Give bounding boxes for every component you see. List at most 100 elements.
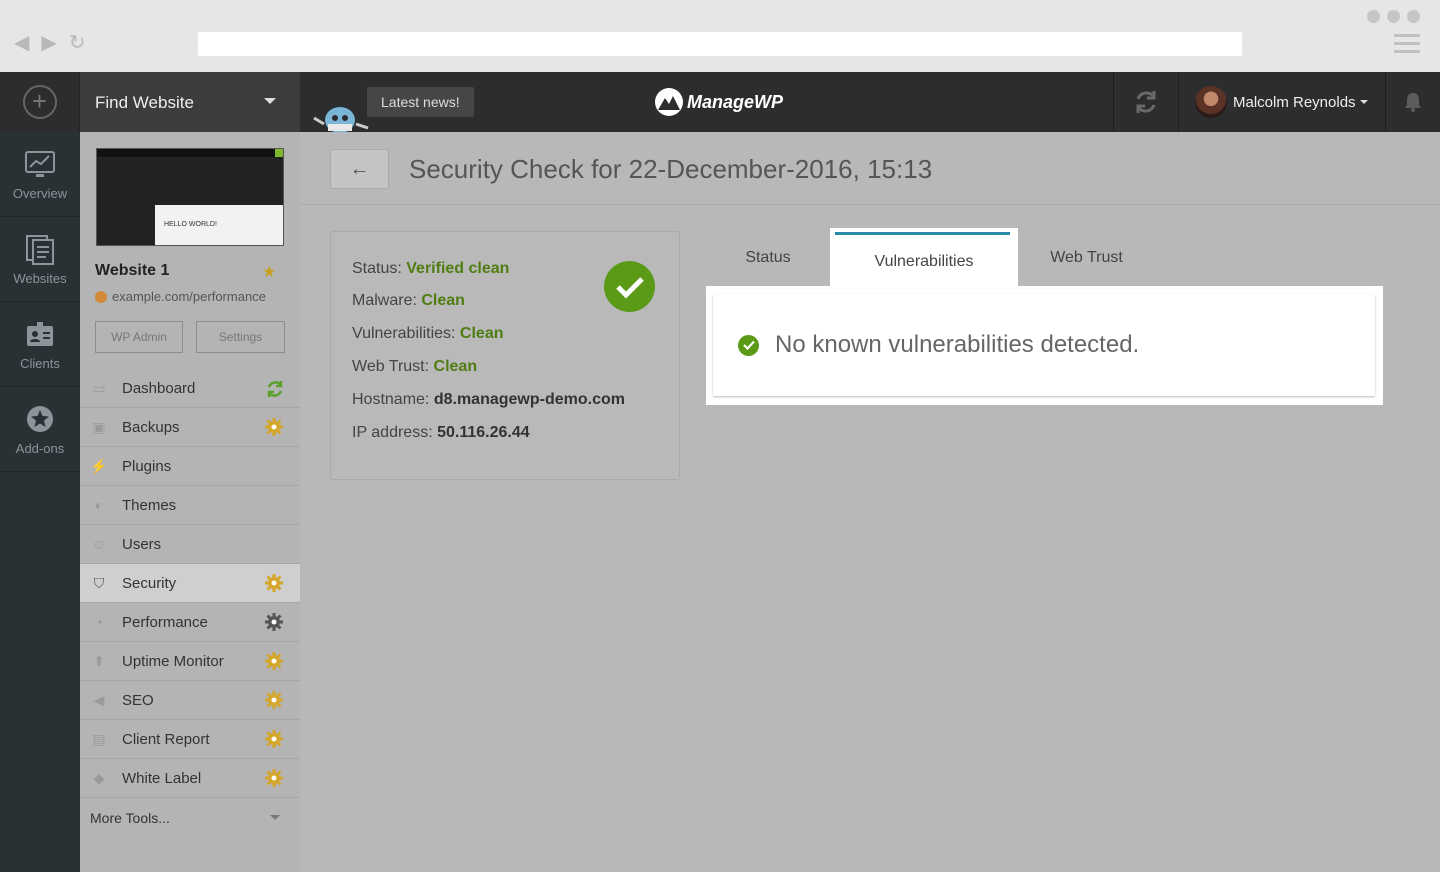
settings-button[interactable]: Settings	[196, 321, 285, 353]
chevron-down-icon	[270, 815, 280, 820]
back-icon[interactable]: ◀	[14, 30, 29, 56]
managewp-logo: ManageWP	[655, 87, 783, 117]
latest-news-button[interactable]: Latest news!	[367, 87, 474, 117]
tab-status[interactable]: Status	[708, 228, 828, 286]
gear-icon[interactable]	[265, 574, 283, 592]
status-row: Status: Verified clean	[352, 260, 510, 277]
hostname-row: Hostname: d8.managewp-demo.com	[352, 391, 625, 408]
vulnerabilities-row: Vulnerabilities: Clean	[352, 325, 504, 342]
hostname-value: d8.managewp-demo.com	[433, 391, 625, 408]
gauge-icon: ◔	[94, 614, 104, 630]
menu-item-themes[interactable]: ◐ Themes	[80, 486, 300, 525]
menu-item-security[interactable]: ⛉ Security	[80, 564, 300, 603]
webtrust-value: Clean	[433, 358, 478, 375]
tag-icon: ◆	[93, 769, 105, 786]
rail-label: Clients	[20, 355, 60, 371]
menu-item-performance[interactable]: ◔ Performance	[80, 603, 300, 642]
chevron-down-icon	[1359, 100, 1368, 104]
gear-icon[interactable]	[265, 613, 283, 631]
menu-item-seo[interactable]: ◀ SEO	[80, 681, 300, 720]
menu-item-label: Client Report	[122, 730, 210, 748]
gear-icon[interactable]	[265, 652, 283, 670]
top-bar: + Find Website Latest news! ManageWP Mal…	[0, 72, 1440, 132]
website-name: Website 1	[95, 262, 170, 279]
vulnerabilities-value: Clean	[459, 325, 504, 342]
website-thumbnail[interactable]: HELLO WORLD!	[96, 148, 284, 246]
id-card-icon	[27, 321, 53, 346]
ip-value: 50.116.26.44	[437, 424, 530, 441]
main-content: ← Security Check for 22-December-2016, 1…	[300, 132, 1440, 872]
refresh-icon[interactable]	[265, 379, 283, 397]
menu-item-label: Dashboard	[122, 379, 196, 397]
website-panel: HELLO WORLD! Website 1 ★ example.com/per…	[80, 132, 300, 872]
gear-icon[interactable]	[265, 769, 283, 787]
tab-web-trust[interactable]: Web Trust	[1018, 228, 1155, 286]
more-tools-toggle[interactable]: More Tools...	[80, 798, 300, 837]
palette-icon: ◐	[94, 497, 104, 513]
rail-item-addons[interactable]: Add-ons	[0, 387, 80, 472]
result-message: No known vulnerabilities detected.	[775, 331, 1140, 358]
avatar	[1195, 86, 1227, 118]
browser-nav: ◀ ▶ ↻	[14, 30, 86, 56]
user-name: Malcolm Reynolds	[1233, 93, 1356, 111]
tab-vulnerabilities[interactable]: Vulnerabilities	[830, 228, 1018, 286]
menu-item-label: Uptime Monitor	[122, 652, 224, 670]
plus-icon: +	[22, 85, 57, 119]
back-button[interactable]: ←	[330, 149, 389, 189]
sync-button[interactable]	[1113, 72, 1179, 132]
website-url-text: example.com/performance	[112, 289, 266, 304]
menu-item-label: SEO	[122, 691, 154, 709]
menu-item-white-label[interactable]: ◆ White Label	[80, 759, 300, 798]
user-menu[interactable]: Malcolm Reynolds	[1195, 84, 1368, 120]
browser-chrome: ◀ ▶ ↻	[0, 0, 1440, 72]
result-tabs: Status Vulnerabilities Web Trust	[708, 228, 1383, 286]
logo-text: ManageWP	[687, 91, 784, 112]
window-dots	[1367, 10, 1420, 23]
robot-mascot-icon	[313, 107, 369, 132]
vulnerabilities-panel: No known vulnerabilities detected.	[706, 286, 1383, 405]
webtrust-row: Web Trust: Clean	[352, 358, 478, 375]
chevron-down-icon	[264, 98, 276, 104]
monitor-icon: ▭	[92, 379, 106, 396]
add-website-button[interactable]: +	[0, 72, 80, 132]
rail-item-clients[interactable]: Clients	[0, 302, 80, 387]
users-icon: ☺	[91, 536, 107, 552]
menu-item-uptime-monitor[interactable]: ⬆ Uptime Monitor	[80, 642, 300, 681]
menu-item-client-report[interactable]: ▤ Client Report	[80, 720, 300, 759]
menu-item-backups[interactable]: ▣ Backups	[80, 408, 300, 447]
menu-item-label: Security	[122, 574, 177, 592]
rail-item-overview[interactable]: Overview	[0, 132, 80, 217]
reload-icon[interactable]: ↻	[69, 30, 86, 56]
favorite-star-icon[interactable]: ★	[262, 262, 276, 282]
browser-menu-icon[interactable]	[1394, 34, 1420, 58]
menu-item-label: Backups	[122, 418, 180, 436]
report-icon: ▤	[92, 730, 106, 747]
mountain-logo-icon	[655, 88, 683, 116]
left-rail: Overview Websites Clients Add-ons	[0, 132, 80, 872]
forward-icon[interactable]: ▶	[41, 30, 56, 56]
refresh-icon	[1136, 91, 1156, 113]
wp-admin-button[interactable]: WP Admin	[95, 321, 183, 353]
find-website-dropdown[interactable]: Find Website	[80, 72, 300, 132]
verified-check-icon	[604, 261, 655, 312]
plug-icon: ⚡	[90, 457, 108, 474]
gear-icon[interactable]	[265, 691, 283, 709]
result-message-box: No known vulnerabilities detected.	[713, 294, 1375, 396]
address-bar[interactable]	[198, 32, 1242, 56]
ip-row: IP address: 50.116.26.44	[352, 424, 530, 441]
status-value: Verified clean	[406, 260, 510, 277]
status-summary-card: Status: Verified clean Malware: Clean Vu…	[330, 231, 680, 480]
website-url[interactable]: example.com/performance	[95, 289, 266, 304]
tab-label: Vulnerabilities	[874, 253, 974, 270]
gear-icon[interactable]	[265, 418, 283, 436]
rail-item-websites[interactable]: Websites	[0, 217, 80, 302]
notifications-button[interactable]	[1385, 72, 1440, 132]
menu-item-dashboard[interactable]: ▭ Dashboard	[80, 369, 300, 408]
menu-item-label: Themes	[122, 496, 177, 514]
gear-icon[interactable]	[265, 730, 283, 748]
rail-label: Overview	[12, 185, 68, 201]
thumbnail-text: HELLO WORLD!	[164, 221, 217, 228]
menu-item-label: White Label	[122, 769, 202, 787]
menu-item-plugins[interactable]: ⚡ Plugins	[80, 447, 300, 486]
menu-item-users[interactable]: ☺ Users	[80, 525, 300, 564]
